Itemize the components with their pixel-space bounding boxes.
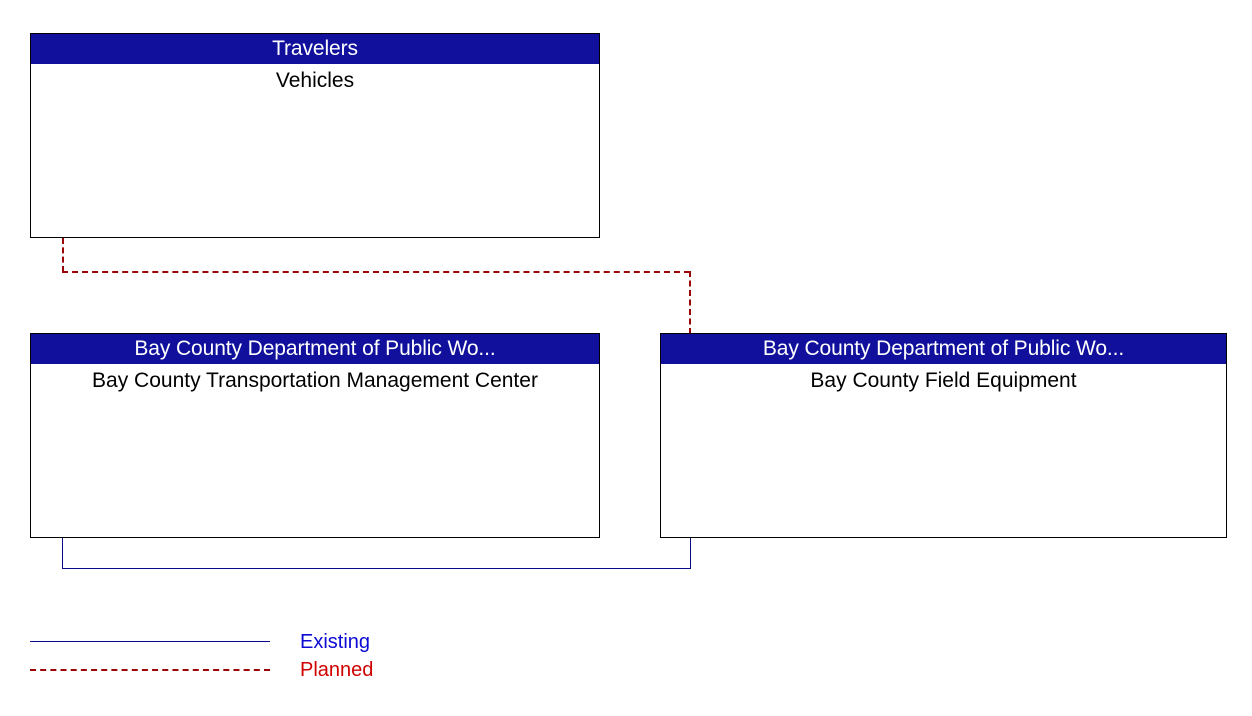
planned-link-segment-horizontal (62, 271, 690, 273)
node-field-equipment-label: Bay County Field Equipment (810, 369, 1077, 392)
legend-swatch-planned-line-icon (30, 669, 270, 671)
existing-link-segment-vertical-target (690, 538, 691, 569)
node-bay-county-transportation-management-center[interactable]: Bay County Department of Public Wo... Ba… (30, 333, 600, 538)
existing-link-segment-horizontal (62, 568, 691, 569)
legend: Existing Planned (30, 628, 450, 688)
node-travelers-header: Travelers (31, 34, 599, 64)
node-tmc-label: Bay County Transportation Management Cen… (92, 369, 538, 392)
legend-label-planned: Planned (300, 659, 374, 681)
existing-link-segment-vertical-source (62, 538, 63, 569)
node-travelers-vehicles[interactable]: Travelers Vehicles (30, 33, 600, 238)
diagram-canvas: Travelers Vehicles Bay County Department… (0, 0, 1252, 716)
legend-item-existing: Existing (30, 628, 450, 656)
legend-label-existing: Existing (300, 631, 371, 653)
legend-swatch-existing-line-icon (30, 641, 270, 642)
node-field-equipment-header: Bay County Department of Public Wo... (661, 334, 1226, 364)
node-tmc-header: Bay County Department of Public Wo... (31, 334, 599, 364)
node-bay-county-field-equipment[interactable]: Bay County Department of Public Wo... Ba… (660, 333, 1227, 538)
node-travelers-label: Vehicles (275, 69, 355, 92)
planned-link-segment-vertical-target (689, 271, 691, 334)
planned-link-segment-vertical-source (62, 238, 64, 272)
legend-item-planned: Planned (30, 656, 450, 684)
